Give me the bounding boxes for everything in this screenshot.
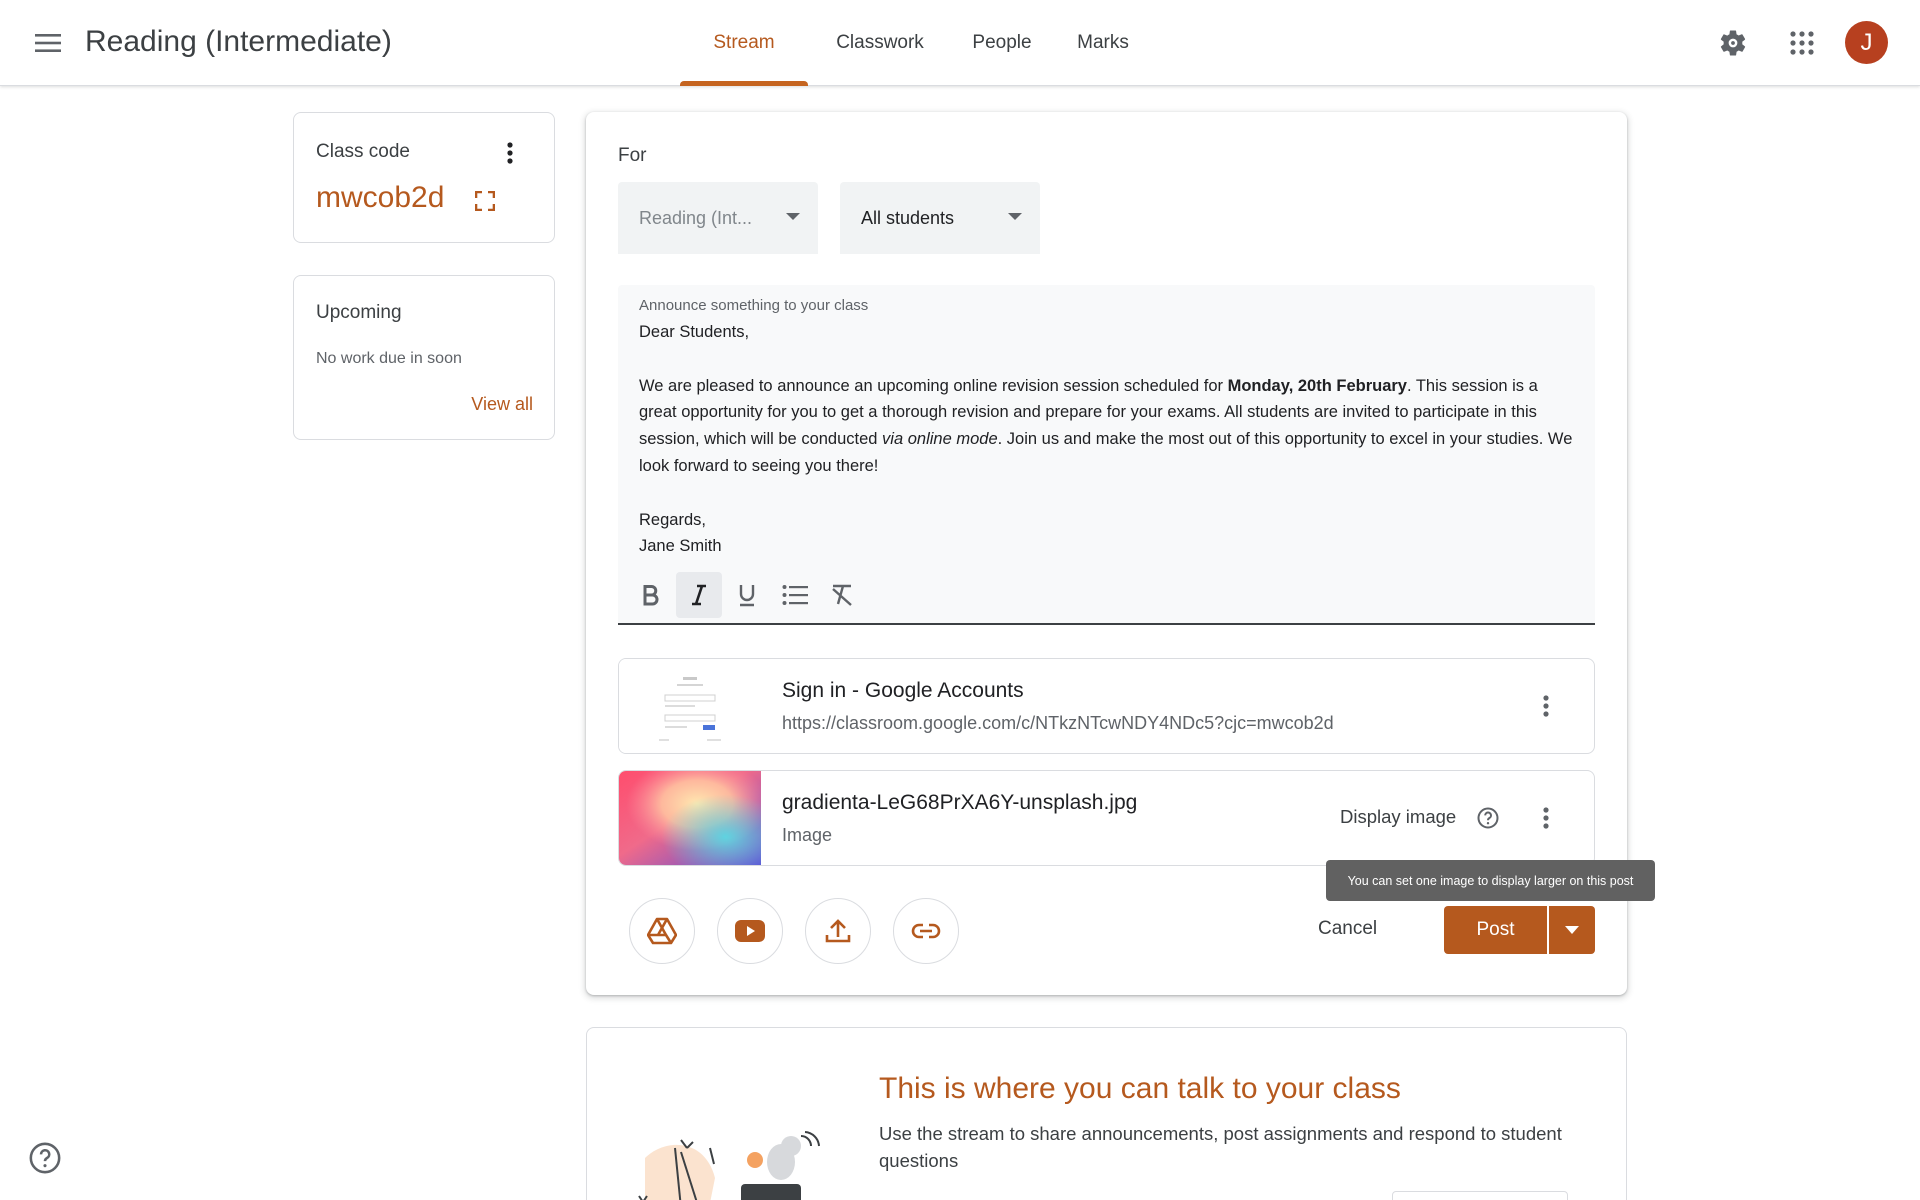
tab-bar: Stream Classwork People Marks	[680, 0, 1154, 86]
formatting-toolbar	[618, 572, 868, 618]
editor-label: Announce something to your class	[639, 297, 869, 314]
link-thumbnail	[619, 659, 761, 753]
post-button[interactable]: Post	[1444, 906, 1547, 954]
google-drive-icon	[647, 917, 677, 945]
account-avatar[interactable]: J	[1845, 21, 1888, 64]
settings-icon[interactable]	[1709, 19, 1757, 67]
class-select[interactable]: Reading (Int...	[618, 182, 818, 254]
audience-select[interactable]: All students	[840, 182, 1040, 254]
help-icon[interactable]	[28, 1141, 62, 1175]
message-paragraph: We are pleased to announce an upcoming o…	[639, 376, 1573, 475]
image-type: Image	[782, 825, 833, 845]
for-label: For	[618, 145, 647, 166]
cancel-button[interactable]: Cancel	[1318, 918, 1377, 940]
announcement-editor[interactable]: Announce something to your class Dear St…	[618, 285, 1595, 625]
tab-classwork[interactable]: Classwork	[808, 0, 952, 86]
link-attachment[interactable]: Sign in - Google Accounts https://classr…	[618, 658, 1595, 754]
upload-button[interactable]	[805, 898, 871, 964]
apps-icon[interactable]	[1778, 19, 1826, 67]
view-all-link[interactable]: View all	[471, 394, 533, 415]
class-code-card: Class code mwcob2d	[293, 112, 555, 243]
link-button[interactable]	[893, 898, 959, 964]
link-icon	[911, 923, 941, 939]
youtube-button[interactable]	[717, 898, 783, 964]
more-vert-icon[interactable]	[498, 139, 522, 167]
italic-mode: via online mode	[882, 430, 998, 449]
class-title[interactable]: Reading (Intermediate)	[85, 22, 392, 62]
more-vert-icon[interactable]	[1534, 691, 1558, 721]
dropdown-arrow-icon	[786, 213, 800, 220]
upcoming-card: Upcoming No work due in soon View all	[293, 275, 555, 440]
more-vert-icon[interactable]	[1534, 803, 1558, 833]
image-title: gradienta-LeG68PrXA6Y-unsplash.jpg	[782, 791, 1138, 814]
clear-formatting-icon[interactable]	[820, 572, 866, 618]
class-code-label: Class code	[316, 141, 410, 162]
upload-icon	[825, 919, 851, 943]
italic-icon[interactable]	[676, 572, 722, 618]
tab-stream[interactable]: Stream	[680, 0, 808, 86]
welcome-action-button[interactable]	[1392, 1191, 1568, 1200]
expand-icon[interactable]	[471, 187, 499, 215]
google-drive-button[interactable]	[629, 898, 695, 964]
youtube-icon	[735, 920, 765, 942]
greeting: Dear Students,	[639, 323, 750, 341]
tab-marks[interactable]: Marks	[1052, 0, 1154, 86]
closing: Regards,	[639, 510, 706, 529]
welcome-text: Use the stream to share announcements, p…	[879, 1123, 1562, 1171]
audience-select-value: All students	[861, 207, 955, 228]
upcoming-title: Upcoming	[316, 302, 402, 323]
display-image-tooltip: You can set one image to display larger …	[1326, 860, 1655, 901]
top-app-bar: Reading (Intermediate) Stream Classwork …	[0, 0, 1920, 86]
stream-welcome-card: This is where you can talk to your class…	[586, 1027, 1627, 1200]
class-code-value: mwcob2d	[316, 181, 445, 214]
image-thumbnail	[619, 771, 761, 865]
welcome-illustration	[625, 1088, 825, 1200]
display-image-label[interactable]: Display image	[1340, 806, 1456, 828]
upcoming-empty-text: No work due in soon	[316, 350, 462, 367]
tab-people[interactable]: People	[952, 0, 1052, 86]
signature: Jane Smith	[639, 537, 722, 556]
dropdown-arrow-icon	[1008, 213, 1022, 220]
image-attachment[interactable]: gradienta-LeG68PrXA6Y-unsplash.jpg Image…	[618, 770, 1595, 866]
welcome-title: This is where you can talk to your class	[879, 1072, 1401, 1105]
bold-date: Monday, 20th February	[1227, 376, 1407, 395]
bulleted-list-icon[interactable]	[772, 572, 818, 618]
class-select-value: Reading (Int...	[639, 207, 753, 228]
underline-icon[interactable]	[724, 572, 770, 618]
post-options-button[interactable]	[1549, 906, 1595, 954]
editor-body[interactable]: Dear Students, We are pleased to announc…	[639, 319, 1579, 560]
menu-icon[interactable]	[24, 19, 72, 67]
bold-icon[interactable]	[628, 572, 674, 618]
help-icon[interactable]	[1476, 806, 1500, 830]
link-title: Sign in - Google Accounts	[782, 679, 1024, 702]
dropdown-arrow-icon	[1565, 926, 1579, 934]
link-url: https://classroom.google.com/c/NTkzNTcwN…	[782, 713, 1334, 733]
